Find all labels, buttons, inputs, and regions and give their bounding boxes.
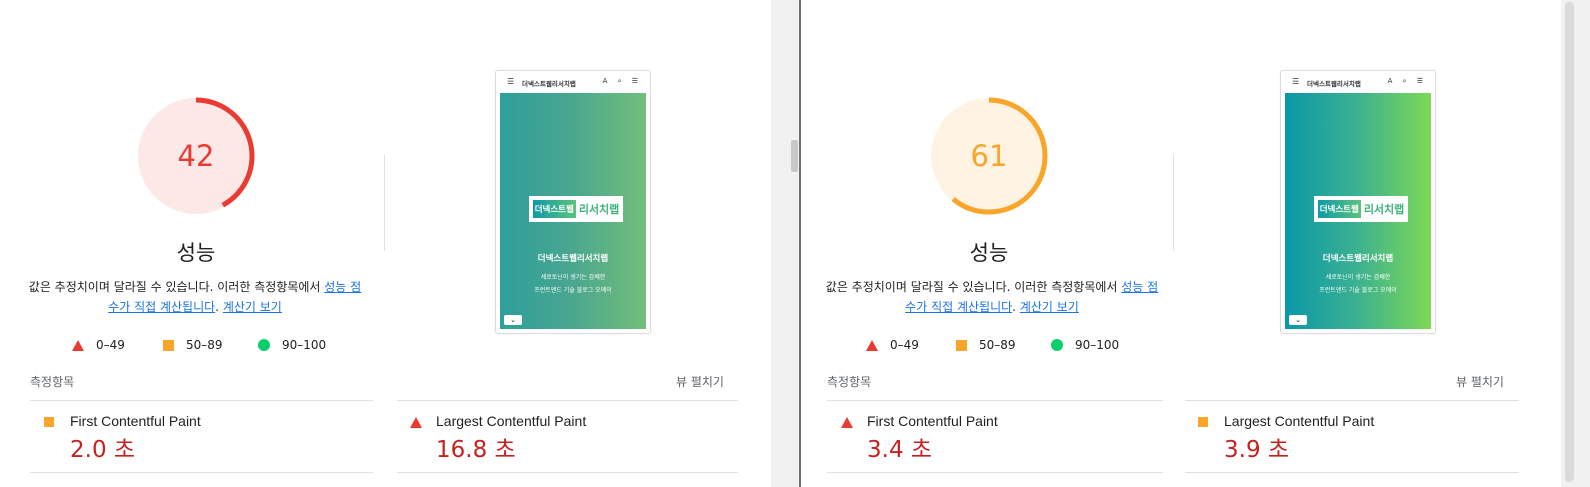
divider: [827, 400, 1163, 401]
report-panel-right: 61 성능 값은 추정치이며 달라질 수 있습니다. 이러한 측정항목에서 성능…: [801, 0, 1561, 487]
legend-item-average: 50–89: [956, 338, 1016, 352]
logo-right-text: 리서치랩: [578, 203, 620, 216]
triangle-icon: [410, 417, 422, 428]
metric-value: 16.8 초: [436, 437, 516, 463]
scrollbar-thumb[interactable]: [1565, 2, 1574, 482]
legend-range: 90–100: [1075, 338, 1120, 352]
square-icon: [163, 339, 174, 351]
metric-value: 2.0 초: [70, 437, 136, 463]
final-screenshot[interactable]: ☰ 더넥스트웹리서치랩 A ⌕ ☰ 더넥스트웹 리서치랩 더넥스트웹리서치랩 세로…: [495, 70, 651, 334]
report-panel-left: 42 성능 값은 추정치이며 달라질 수 있습니다. 이러한 측정항목에서 성능…: [0, 0, 771, 487]
score-description: 값은 추정치이며 달라질 수 있습니다. 이러한 측정항목에서 성능 점수가 직…: [823, 277, 1161, 317]
header-icons: A ⌕ ☰: [602, 77, 642, 85]
legend-item-average: 50–89: [163, 338, 223, 352]
divider: [397, 400, 738, 401]
metric-value: 3.9 초: [1224, 437, 1290, 463]
score-legend: 0–49 50–89 90–100: [866, 338, 1166, 354]
chevron-down-icon: ⌄: [1289, 315, 1307, 325]
divider: [1185, 400, 1519, 401]
category-title: 성능: [176, 241, 216, 265]
calculator-link[interactable]: 계산기 보기: [1020, 300, 1079, 314]
screenshot-site-title: 더넥스트웹리서치랩: [522, 80, 576, 88]
vertical-divider: [1173, 155, 1174, 251]
score-legend: 0–49 50–89 90–100: [72, 338, 372, 354]
divider: [1185, 472, 1519, 473]
score-value: 42: [177, 139, 215, 173]
screenshot-header: ☰ 더넥스트웹리서치랩 A ⌕ ☰: [1281, 71, 1435, 93]
legend-item-pass: 90–100: [258, 338, 326, 352]
metric-lcp: Largest Contentful Paint 16.8 초: [410, 413, 730, 463]
description-text: 값은 추정치이며 달라질 수 있습니다. 이러한 측정항목에서: [825, 280, 1122, 294]
legend-item-fail: 0–49: [866, 338, 919, 352]
circle-icon: [1051, 339, 1063, 351]
circle-icon: [258, 339, 270, 351]
metric-name: Largest Contentful Paint: [1224, 413, 1375, 429]
logo-right-text: 리서치랩: [1363, 203, 1405, 216]
site-logo: 더넥스트웹 리서치랩: [529, 196, 623, 222]
divider: [397, 472, 738, 473]
screenshot-subtitle: 프런트엔드 기술 블로그 오에이: [534, 287, 612, 294]
score-gauge: 61: [929, 96, 1049, 216]
screenshot-site-title: 더넥스트웹리서치랩: [1307, 80, 1361, 88]
description-separator: .: [1012, 300, 1020, 314]
menu-icon: ☰: [1292, 77, 1300, 86]
triangle-icon: [72, 339, 84, 351]
divider: [827, 472, 1163, 473]
screenshot-subtitle: 세로토닌이 생기는 감쎄한: [540, 274, 606, 281]
square-icon: [956, 339, 967, 351]
site-logo: 더넥스트웹 리서치랩: [1314, 196, 1408, 222]
metrics-label: 측정항목: [827, 375, 872, 389]
square-icon: [1198, 417, 1208, 427]
description-text: 값은 추정치이며 달라질 수 있습니다. 이러한 측정항목에서: [28, 280, 325, 294]
menu-icon: ☰: [507, 77, 515, 86]
score-value: 61: [970, 139, 1008, 173]
metric-name: Largest Contentful Paint: [436, 413, 587, 429]
logo-left-text: 더넥스트웹: [532, 200, 576, 218]
screenshot-hero: 더넥스트웹 리서치랩 더넥스트웹리서치랩 세로토닌이 생기는 감쎄한 프런트엔드 …: [1285, 93, 1431, 329]
square-icon: [44, 417, 54, 427]
metric-name: First Contentful Paint: [867, 413, 998, 429]
split-gutter: [771, 0, 801, 487]
screenshot-header: ☰ 더넥스트웹리서치랩 A ⌕ ☰: [496, 71, 650, 93]
metric-fcp: First Contentful Paint 2.0 초: [44, 413, 364, 463]
chevron-down-icon: ⌄: [504, 315, 522, 325]
calculator-link[interactable]: 계산기 보기: [223, 300, 282, 314]
legend-item-pass: 90–100: [1051, 338, 1119, 352]
legend-range: 90–100: [282, 338, 327, 352]
screenshot-hero: 더넥스트웹 리서치랩 더넥스트웹리서치랩 세로토닌이 생기는 감쎄한 프런트엔드 …: [500, 93, 646, 329]
metric-value: 3.4 초: [867, 437, 933, 463]
screenshot-subtitle: 프런트엔드 기술 블로그 오에이: [1319, 287, 1397, 294]
metric-lcp: Largest Contentful Paint 3.9 초: [1198, 413, 1518, 463]
screenshot-subtitle: 세로토닌이 생기는 감쎄한: [1325, 274, 1391, 281]
expand-view-button[interactable]: 뷰 펼치기: [1456, 373, 1504, 390]
logo-left-text: 더넥스트웹: [1317, 200, 1361, 218]
screenshot-heading: 더넥스트웹리서치랩: [1322, 254, 1394, 264]
expand-view-button[interactable]: 뷰 펼치기: [676, 373, 724, 390]
legend-range: 50–89: [979, 338, 1016, 352]
divider: [30, 472, 373, 473]
final-screenshot[interactable]: ☰ 더넥스트웹리서치랩 A ⌕ ☰ 더넥스트웹 리서치랩 더넥스트웹리서치랩 세로…: [1280, 70, 1436, 334]
category-title: 성능: [969, 241, 1009, 265]
triangle-icon: [841, 417, 853, 428]
header-icons: A ⌕ ☰: [1387, 77, 1427, 85]
screenshot-heading: 더넥스트웹리서치랩: [537, 254, 609, 264]
score-description: 값은 추정치이며 달라질 수 있습니다. 이러한 측정항목에서 성능 점수가 직…: [28, 277, 362, 317]
metric-fcp: First Contentful Paint 3.4 초: [841, 413, 1161, 463]
score-gauge: 42: [136, 96, 256, 216]
legend-range: 0–49: [890, 338, 919, 352]
metric-name: First Contentful Paint: [70, 413, 201, 429]
split-drag-handle[interactable]: [791, 140, 798, 172]
divider: [30, 400, 373, 401]
legend-range: 0–49: [96, 338, 125, 352]
legend-range: 50–89: [186, 338, 223, 352]
legend-item-fail: 0–49: [72, 338, 125, 352]
vertical-divider: [384, 155, 385, 251]
description-separator: .: [215, 300, 223, 314]
triangle-icon: [866, 339, 878, 351]
metrics-label: 측정항목: [30, 375, 75, 389]
